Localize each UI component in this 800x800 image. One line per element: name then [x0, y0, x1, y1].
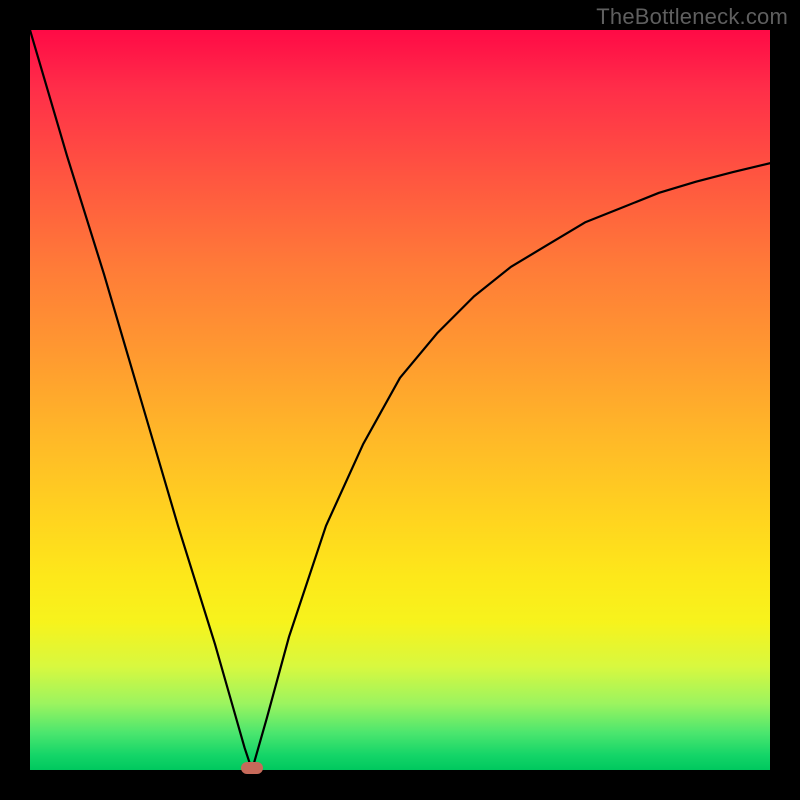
- optimum-marker: [241, 762, 263, 774]
- plot-area: [30, 30, 770, 770]
- curve-path: [30, 30, 770, 770]
- chart-frame: TheBottleneck.com: [0, 0, 800, 800]
- watermark-text: TheBottleneck.com: [596, 4, 788, 30]
- bottleneck-curve: [30, 30, 770, 770]
